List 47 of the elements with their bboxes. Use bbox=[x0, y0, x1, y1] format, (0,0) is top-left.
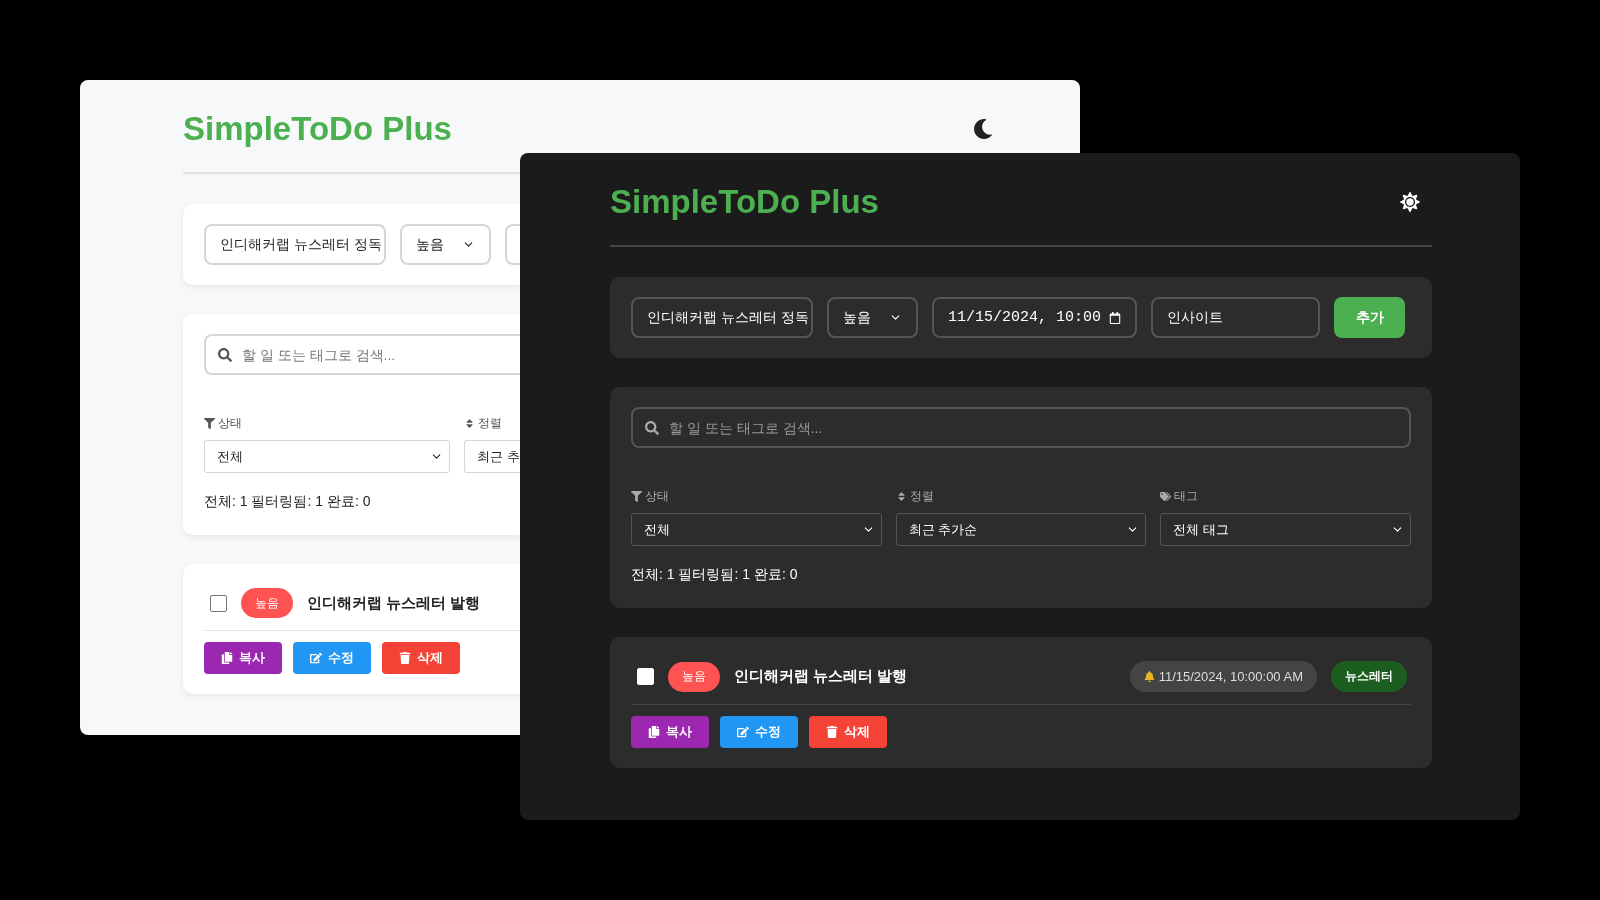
app-title: SimpleToDo Plus bbox=[610, 182, 879, 222]
delete-button[interactable]: 삭제 bbox=[382, 642, 460, 674]
text-input[interactable]: 인디해커랩 뉴스레터 정독 bbox=[204, 224, 386, 265]
due-date-text: 11/15/2024, 10:00:00 AM bbox=[1158, 669, 1303, 684]
filter-label: 태그 bbox=[1174, 488, 1199, 505]
delete-button[interactable]: 삭제 bbox=[809, 716, 887, 748]
task-checkbox[interactable] bbox=[210, 594, 227, 612]
priority-select[interactable]: 높음 bbox=[400, 224, 491, 265]
filter-select[interactable]: 전체 bbox=[631, 513, 882, 546]
copy-button[interactable]: 복사 bbox=[631, 716, 709, 748]
trash-icon bbox=[826, 726, 838, 738]
text-input[interactable]: 인디해커랩 뉴스레터 정독 bbox=[631, 297, 813, 338]
task-title: 인디해커랩 뉴스레터 발행 bbox=[734, 667, 909, 686]
filter-label: 정렬 bbox=[478, 415, 502, 432]
calendar-icon bbox=[1109, 311, 1121, 324]
moon-icon[interactable] bbox=[973, 119, 993, 139]
sort-icon bbox=[464, 418, 475, 429]
copy-button[interactable]: 복사 bbox=[204, 642, 282, 674]
edit-icon bbox=[310, 652, 322, 664]
sort-icon bbox=[895, 491, 907, 502]
edit-icon bbox=[737, 726, 749, 738]
task-stats: 전체: 1 필터링됨: 1 완료: 0 bbox=[204, 493, 371, 511]
tag-pill: 뉴스레터 bbox=[1331, 661, 1407, 692]
filter-label: 정렬 bbox=[909, 488, 934, 505]
task-stats: 전체: 1 필터링됨: 1 완료: 0 bbox=[631, 566, 798, 584]
filter-icon bbox=[631, 491, 642, 502]
filter-label: 상태 bbox=[218, 415, 242, 432]
search-field[interactable]: 할 일 또는 태그로 검색... bbox=[631, 407, 1411, 448]
sun-icon[interactable] bbox=[1400, 192, 1420, 212]
copy-icon bbox=[221, 652, 233, 664]
filter-select[interactable]: 최근 추 bbox=[464, 440, 520, 473]
bell-icon bbox=[1143, 671, 1155, 682]
priority-select[interactable]: 높음 bbox=[827, 297, 918, 338]
filter-icon bbox=[204, 418, 215, 429]
text-input[interactable]: 인사이트 bbox=[1151, 297, 1320, 338]
trash-icon bbox=[399, 652, 411, 664]
filter-select[interactable]: 전체 bbox=[204, 440, 450, 473]
tags-icon bbox=[1160, 491, 1172, 502]
filter-label: 상태 bbox=[645, 488, 669, 505]
task-title: 인디해커랩 뉴스레터 발행 bbox=[307, 593, 482, 613]
copy-icon bbox=[648, 726, 660, 738]
filter-select[interactable]: 최근 추가순 bbox=[895, 513, 1147, 546]
app-title: SimpleToDo Plus bbox=[183, 109, 452, 149]
date-input[interactable]: 11/15/2024, 10:00 bbox=[932, 297, 1137, 338]
filter-select[interactable]: 전체 태그 bbox=[1160, 513, 1411, 546]
priority-badge: 높음 bbox=[241, 588, 293, 618]
priority-badge: 높음 bbox=[668, 661, 720, 692]
